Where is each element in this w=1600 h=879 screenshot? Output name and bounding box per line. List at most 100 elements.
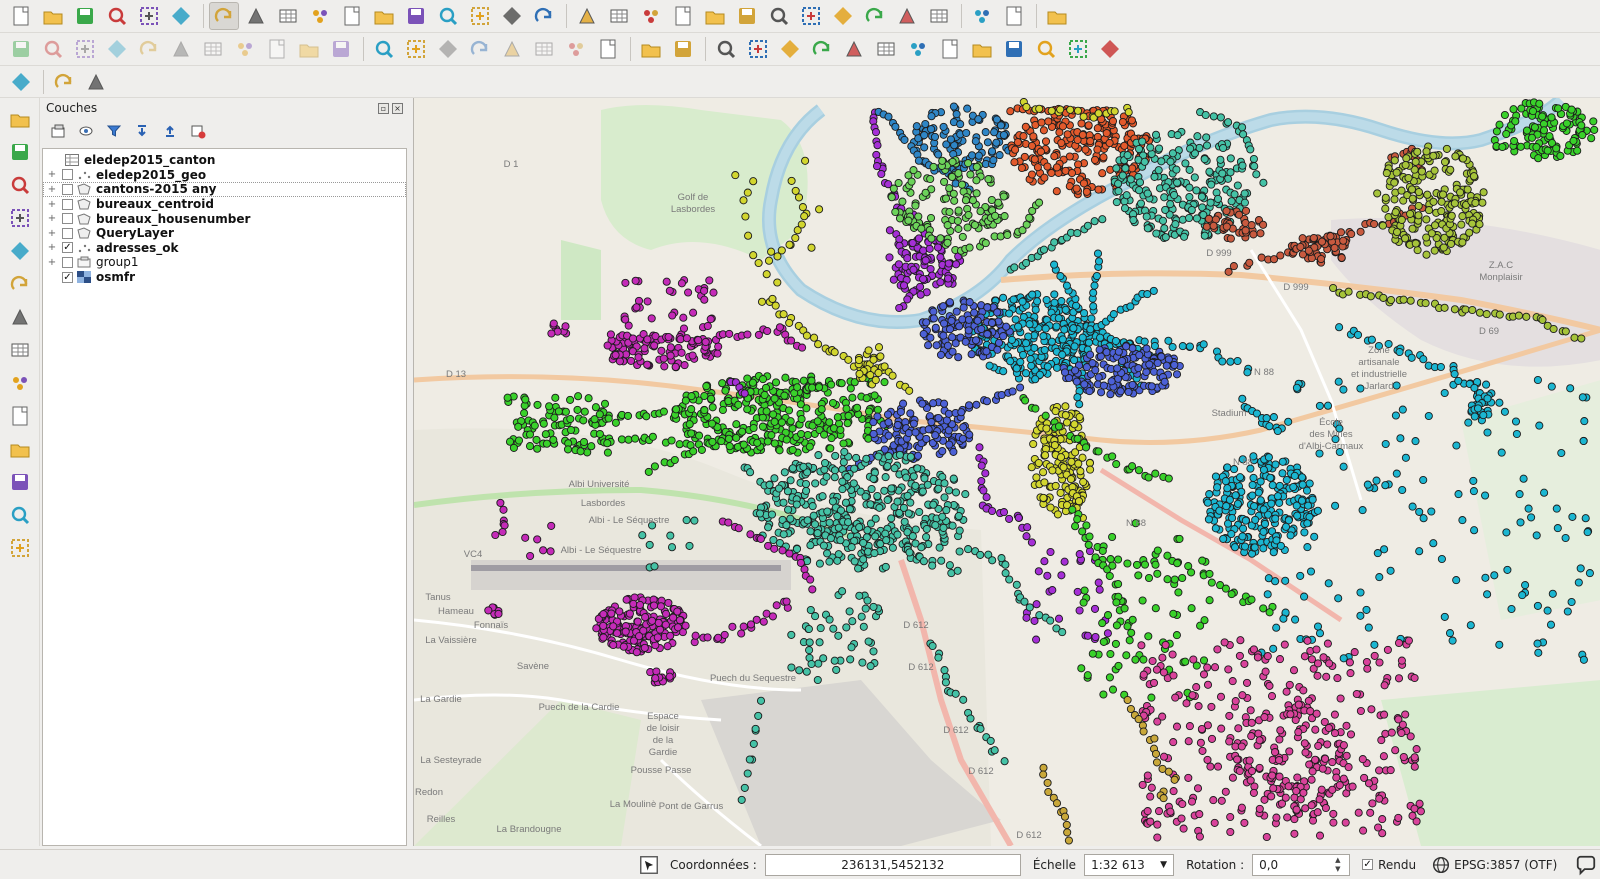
add-delimited-button[interactable] — [5, 335, 35, 364]
float-panel-icon[interactable]: ▫ — [378, 102, 389, 114]
zoom-to-layer-button[interactable] — [401, 2, 431, 30]
layer-row[interactable]: + bureaux_centroid — [43, 197, 406, 212]
zoom-native-button[interactable] — [337, 2, 367, 30]
pan-map-button[interactable] — [209, 2, 239, 30]
zoom-to-selection-button[interactable] — [433, 2, 463, 30]
new-print-composer-button[interactable] — [134, 2, 164, 30]
add-wfs-button[interactable] — [5, 269, 35, 298]
grid-button[interactable] — [1095, 35, 1125, 63]
new-layer-button[interactable] — [5, 401, 35, 430]
layer-visibility-checkbox[interactable] — [62, 256, 73, 268]
save-edits-button[interactable] — [70, 35, 100, 63]
collapse-all-icon[interactable] — [158, 120, 182, 142]
zoom-full-button[interactable] — [369, 2, 399, 30]
map-tips-button[interactable] — [860, 2, 890, 30]
layer-row[interactable]: + group1 — [43, 255, 406, 270]
layer-visibility-checkbox[interactable]: ✓ — [62, 271, 73, 283]
layer-row[interactable]: + eledep2015_geo — [43, 168, 406, 183]
cut-features-button[interactable] — [230, 35, 260, 63]
expand-toggle-icon[interactable]: + — [47, 213, 57, 224]
new-project-button[interactable] — [6, 2, 36, 30]
current-edits-button[interactable] — [6, 35, 36, 63]
field-calculator-button[interactable] — [796, 2, 826, 30]
expression-select-button[interactable] — [700, 2, 730, 30]
add-group-icon[interactable] — [46, 120, 70, 142]
python-console-button[interactable] — [593, 35, 623, 63]
layer-row[interactable]: + ✓ adresses_ok — [43, 241, 406, 256]
expand-toggle-icon[interactable]: + — [47, 199, 57, 210]
expand-toggle-icon[interactable]: + — [47, 169, 57, 180]
layer-row[interactable]: ✓ osmfr — [43, 270, 406, 285]
node-tool-button[interactable] — [166, 35, 196, 63]
delete-selected-button[interactable] — [198, 35, 228, 63]
expand-toggle-icon[interactable]: + — [47, 228, 57, 239]
close-panel-icon[interactable]: × — [392, 102, 403, 114]
move-feature-button[interactable] — [134, 35, 164, 63]
layer-diagram-button[interactable] — [401, 35, 431, 63]
help-button[interactable] — [999, 2, 1029, 30]
add-postgis-button[interactable] — [5, 434, 35, 463]
open-project-button[interactable] — [38, 2, 68, 30]
add-oracle-button[interactable] — [5, 500, 35, 529]
plugin-d-button[interactable] — [967, 35, 997, 63]
expand-toggle-icon[interactable]: + — [47, 184, 57, 195]
georeferencer-button[interactable] — [668, 35, 698, 63]
save-project-button[interactable] — [70, 2, 100, 30]
pan-to-selection-button[interactable] — [241, 2, 271, 30]
database-button[interactable] — [6, 68, 36, 96]
zoom-last-button[interactable] — [465, 2, 495, 30]
composer-manager-button[interactable] — [166, 2, 196, 30]
text-annotation-button[interactable] — [967, 2, 997, 30]
ban-button[interactable] — [49, 68, 79, 96]
xy-tool-button[interactable] — [326, 35, 356, 63]
binoculars-button[interactable] — [903, 35, 933, 63]
add-wcs-button[interactable] — [5, 236, 35, 265]
csw-button[interactable] — [636, 35, 666, 63]
rotate-label-button[interactable] — [529, 35, 559, 63]
deselect-button[interactable] — [668, 2, 698, 30]
attribute-table-button[interactable] — [732, 2, 762, 30]
statistical-summary-button[interactable] — [764, 2, 794, 30]
tools-button[interactable] — [839, 35, 869, 63]
layer-labeling-button[interactable] — [369, 35, 399, 63]
whats-this-button[interactable] — [1042, 2, 1072, 30]
layer-visibility-checkbox[interactable]: ✓ — [62, 242, 73, 254]
layer-visibility-checkbox[interactable] — [62, 213, 73, 225]
add-virtual-button[interactable] — [5, 302, 35, 331]
identify-button[interactable] — [572, 2, 602, 30]
add-raster-button[interactable] — [5, 137, 35, 166]
visibility-icon[interactable] — [74, 120, 98, 142]
spatial-query-button[interactable] — [711, 35, 741, 63]
paste-features-button[interactable] — [294, 35, 324, 63]
add-wms-button[interactable] — [5, 203, 35, 232]
layer-visibility-checkbox[interactable] — [62, 183, 73, 195]
zoom-next-button[interactable] — [497, 2, 527, 30]
layer-row[interactable]: eledep2015_canton — [43, 153, 406, 168]
add-feature-button[interactable] — [102, 35, 132, 63]
save-as-button[interactable] — [102, 2, 132, 30]
zoom-out-button[interactable] — [305, 2, 335, 30]
expand-toggle-icon[interactable]: + — [47, 242, 57, 253]
globe-button[interactable] — [999, 35, 1029, 63]
new-bookmark-button[interactable] — [892, 2, 922, 30]
layer-row[interactable]: + cantons-2015 any — [43, 182, 406, 197]
digitize-button[interactable] — [5, 467, 35, 496]
layer-row[interactable]: + bureaux_housenumber — [43, 211, 406, 226]
circle-tool-button[interactable] — [5, 533, 35, 562]
pin-labels-button[interactable] — [433, 35, 463, 63]
layer-visibility-checkbox[interactable] — [62, 227, 73, 239]
plugin-c-button[interactable] — [935, 35, 965, 63]
refresh-button[interactable] — [529, 2, 559, 30]
move-label-button[interactable] — [497, 35, 527, 63]
layer-visibility-checkbox[interactable] — [62, 169, 73, 181]
plugin-e-button[interactable] — [1063, 35, 1093, 63]
add-spatialite-button[interactable] — [5, 170, 35, 199]
change-label-button[interactable] — [561, 35, 591, 63]
zoom-in-button[interactable] — [273, 2, 303, 30]
measure-button[interactable] — [828, 2, 858, 30]
tiles-button[interactable] — [81, 68, 111, 96]
select-features-button[interactable] — [636, 2, 666, 30]
add-gpx-button[interactable] — [5, 368, 35, 397]
add-vector-button[interactable] — [5, 104, 35, 133]
filter-icon[interactable] — [102, 120, 126, 142]
